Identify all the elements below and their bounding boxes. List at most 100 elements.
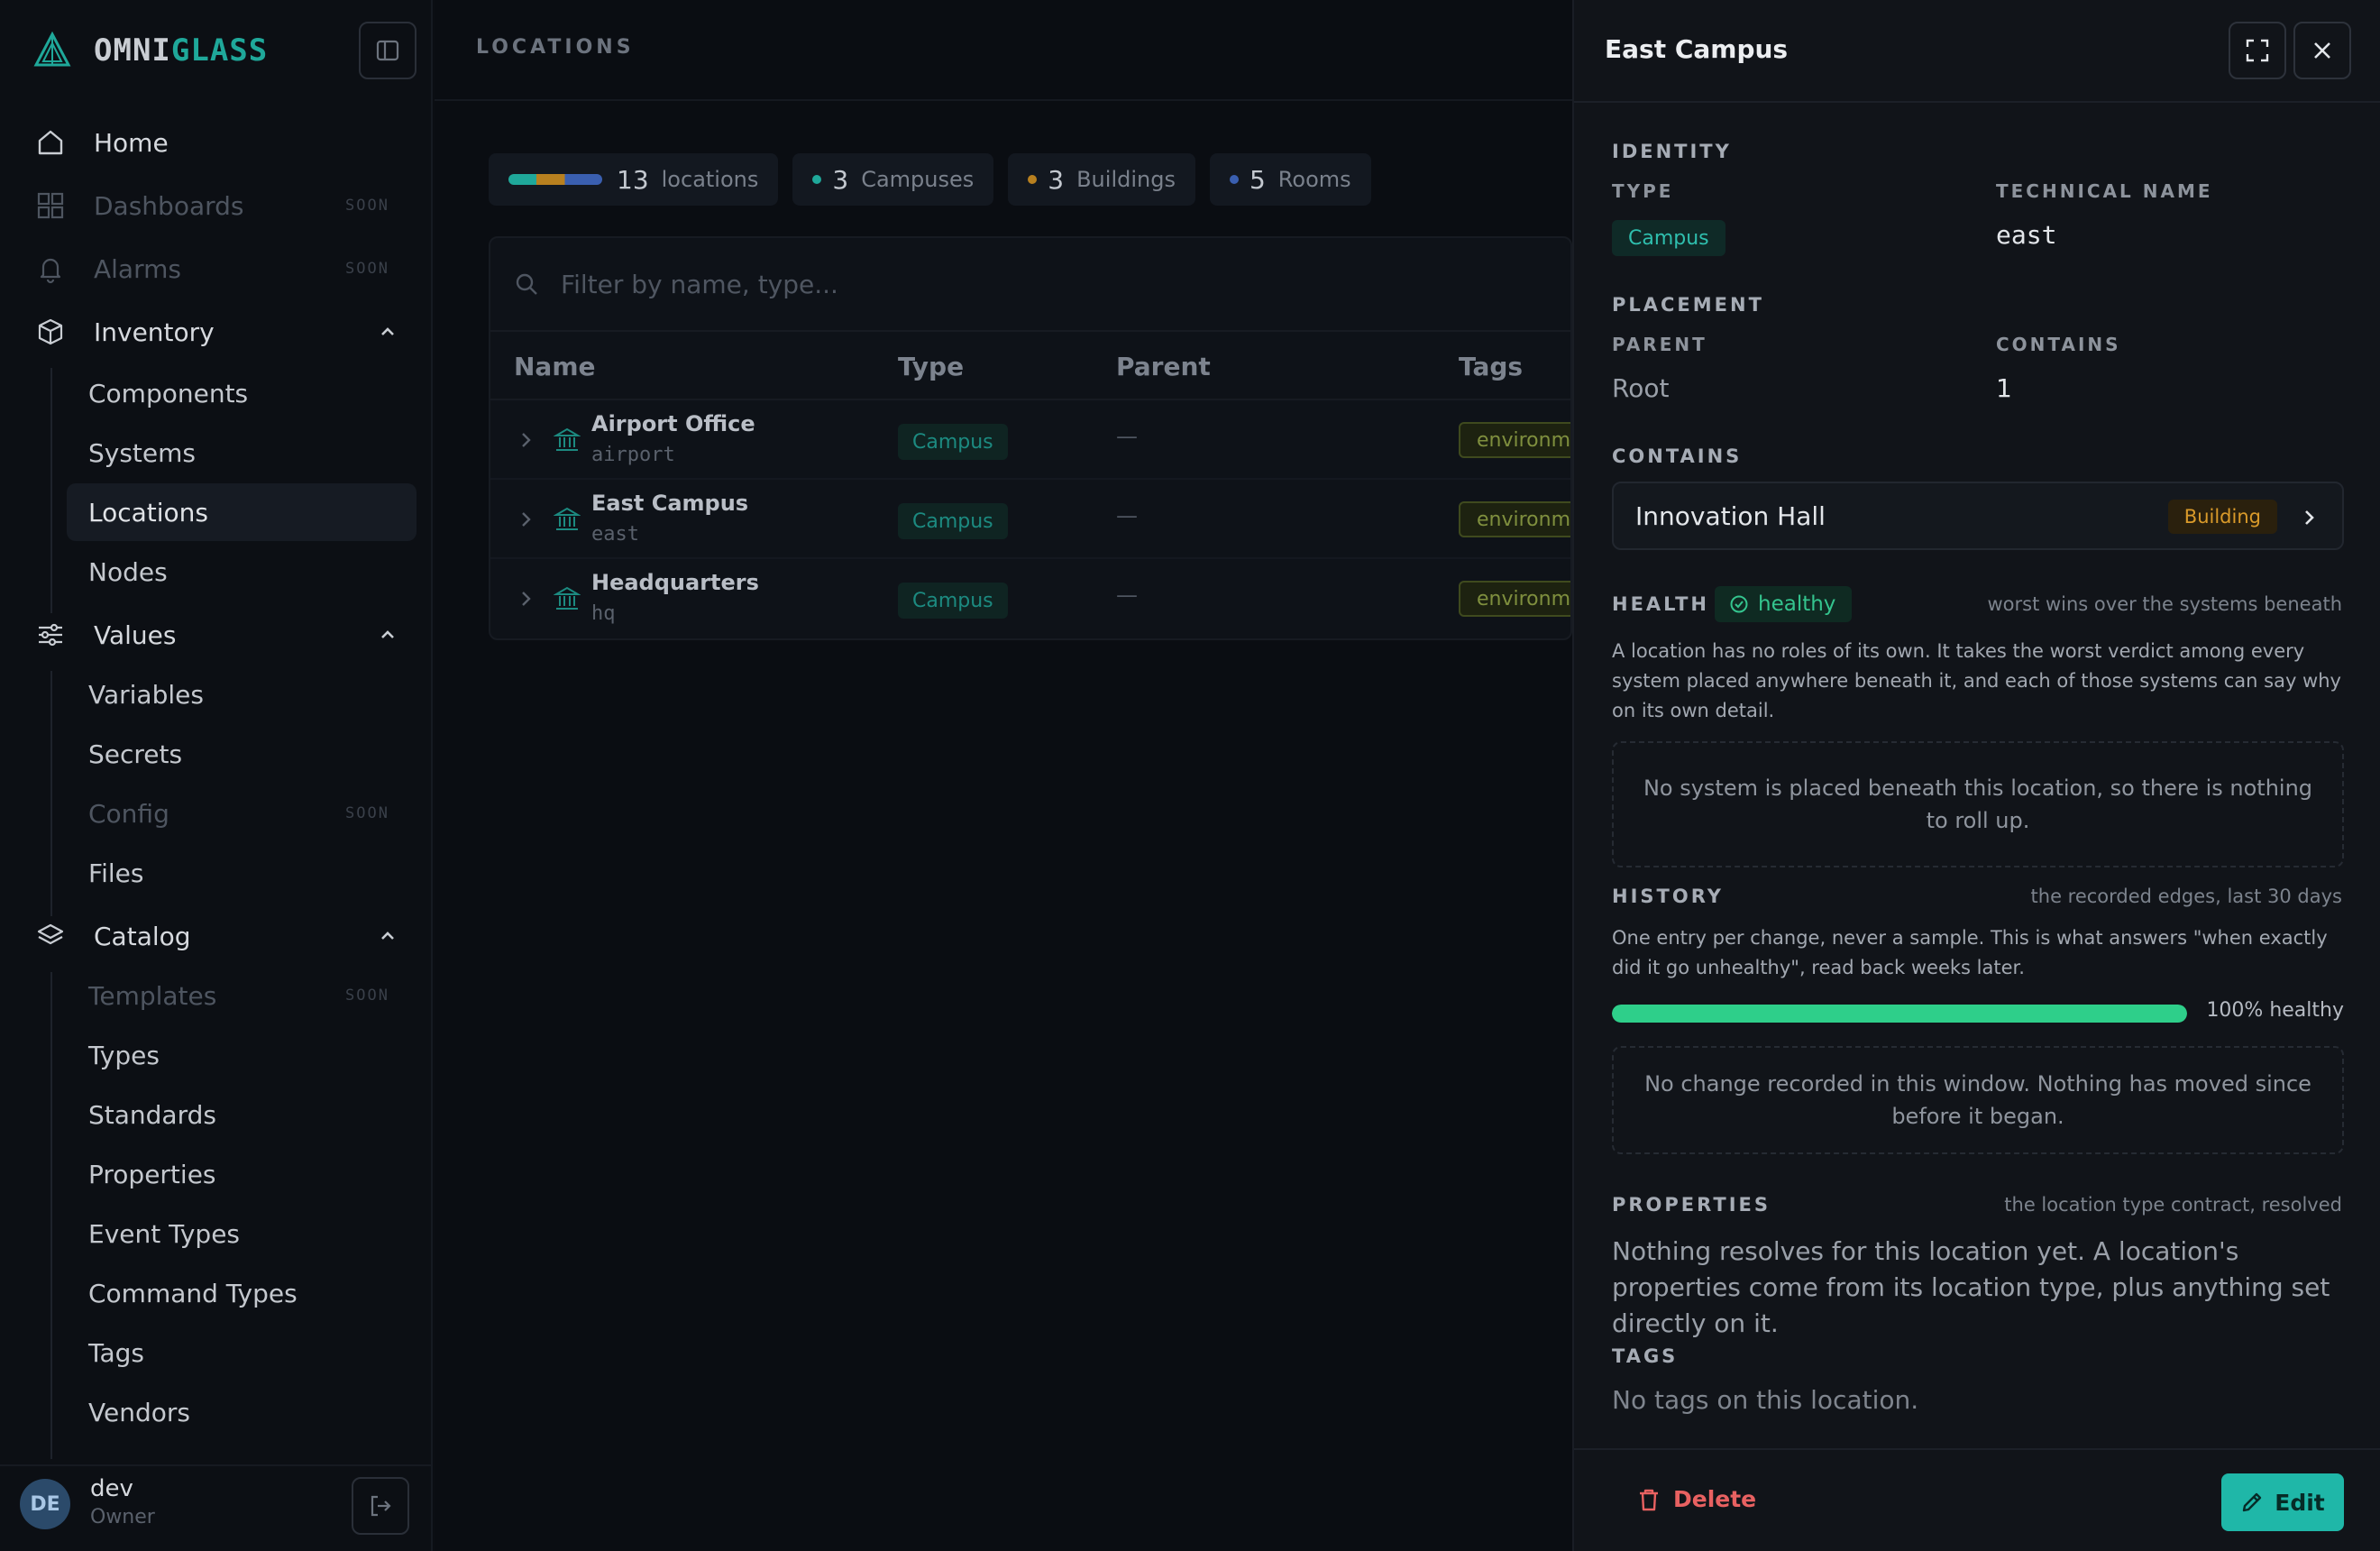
sliders-icon [31,619,70,650]
history-health-bar [1612,1005,2187,1023]
panel-title: East Campus [1605,34,1789,64]
nav-item-home[interactable]: Home [22,114,416,171]
contains-item-innovation-hall[interactable]: Innovation Hall Building [1612,482,2344,550]
health-description: A location has no roles of its own. It t… [1612,640,2341,721]
nav-item-dashboards[interactable]: Dashboards SOON [22,177,416,234]
nav-item-components[interactable]: Components [67,364,416,422]
box-icon [31,317,70,347]
pencil-icon [2243,1492,2262,1512]
expand-button[interactable] [2229,22,2286,79]
tree-line [50,368,52,613]
delete-button[interactable]: Delete [1637,1486,1756,1512]
nav-item-config[interactable]: Config SOON [67,785,416,842]
stat-count: 3 [832,164,849,195]
nav-item-inventory[interactable]: Inventory [22,303,416,361]
chevron-up-icon [381,327,394,335]
row-tag[interactable]: environm [1459,581,1570,617]
user-role: Owner [90,1506,155,1528]
table-row[interactable]: Airport Office airport Campus — environm [490,400,1570,480]
stat-campuses[interactable]: 3 Campuses [792,153,994,206]
parent-value: Root [1612,373,1670,403]
contains-item-type-badge: Building [2167,500,2277,534]
section-identity: IDENTITY [1612,141,1732,162]
collapse-sidebar-button[interactable] [359,22,416,79]
nav-item-values[interactable]: Values [22,606,416,664]
nav-item-types[interactable]: Types [67,1026,416,1084]
stat-total[interactable]: 13 locations [489,153,779,206]
chevron-right-icon[interactable] [517,588,536,610]
chevron-up-icon [381,630,394,638]
filter-input[interactable]: Filter by name, type... [561,270,838,299]
nav-item-secrets[interactable]: Secrets [67,725,416,783]
history-health-bar-fill [1612,1005,2187,1023]
nav-item-tags[interactable]: Tags [67,1324,416,1381]
section-tags: TAGS [1612,1345,1679,1367]
row-technical-name: hq [591,602,616,625]
campus-dot [812,175,822,184]
row-parent: — [1116,424,1138,449]
stat-buildings[interactable]: 3 Buildings [1008,153,1195,206]
chevron-right-icon[interactable] [517,509,536,530]
row-tag[interactable]: environm [1459,501,1570,537]
delete-label: Delete [1673,1486,1757,1512]
layers-icon [31,921,70,951]
column-tags[interactable]: Tags [1459,352,1523,381]
soon-badge: SOON [345,987,389,1005]
avatar[interactable]: DE [20,1479,70,1529]
table-row[interactable]: East Campus east Campus — environm [490,480,1570,559]
nav-item-systems[interactable]: Systems [67,424,416,482]
field-technical-name-label: TECHNICAL NAME [1996,180,2213,202]
filter-bar[interactable]: Filter by name, type... [490,238,1570,332]
panel-header: East Campus [1574,0,2380,103]
sidebar: OMNIGLASS Home Dashboards SOON Alarms SO… [0,0,433,1551]
row-tag[interactable]: environm [1459,422,1570,458]
contains-item-name: Innovation Hall [1635,501,1826,531]
search-icon [516,273,537,295]
history-empty-state: No change recorded in this window. Nothi… [1612,1046,2344,1154]
nav-item-vendors[interactable]: Vendors [67,1383,416,1441]
nav-label: Catalog [94,921,191,951]
field-parent-label: PARENT [1612,334,1707,355]
nav-item-locations[interactable]: Locations [67,483,416,541]
row-type-badge: Campus [898,503,1008,539]
close-icon [2314,42,2330,59]
nav-item-event-types[interactable]: Event Types [67,1205,416,1262]
row-parent: — [1116,583,1138,608]
nav-item-properties[interactable]: Properties [67,1145,416,1203]
column-parent[interactable]: Parent [1116,352,1211,381]
type-badge: Campus [1612,220,1726,256]
row-name: East Campus [591,491,749,516]
trash-icon [1640,1489,1658,1510]
brand[interactable]: OMNIGLASS [32,25,268,76]
nav-item-templates[interactable]: Templates SOON [67,967,416,1024]
close-button[interactable] [2293,22,2351,79]
chevron-right-icon [2305,510,2314,525]
main-content: LOCATIONS 13 locations 3 Campuses 3 Buil… [435,0,1572,1551]
logout-icon [371,1495,391,1517]
nav-item-nodes[interactable]: Nodes [67,543,416,601]
row-name: Airport Office [591,411,755,436]
stat-rooms[interactable]: 5 Rooms [1209,153,1371,206]
properties-note: the location type contract, resolved [2004,1194,2342,1216]
nav-item-files[interactable]: Files [67,844,416,902]
edit-button[interactable]: Edit [2221,1473,2344,1531]
nav-label: Alarms [94,253,181,284]
nav-item-command-types[interactable]: Command Types [67,1264,416,1322]
nav-item-standards[interactable]: Standards [67,1086,416,1143]
main-header: LOCATIONS [435,0,1572,101]
chevron-up-icon [381,932,394,940]
brand-wordmark: OMNIGLASS [94,32,269,69]
chevron-right-icon[interactable] [517,429,536,451]
nav-item-variables[interactable]: Variables [67,665,416,723]
history-note: the recorded edges, last 30 days [2030,886,2342,907]
section-contains: CONTAINS [1612,445,1743,467]
nav-label: Home [94,127,169,158]
column-name[interactable]: Name [514,352,596,381]
nav-item-catalog[interactable]: Catalog [22,907,416,965]
nav-label: Config [88,798,169,829]
table-row[interactable]: Headquarters hq Campus — environm [490,559,1570,638]
column-type[interactable]: Type [898,352,964,381]
logout-button[interactable] [352,1477,409,1535]
nav-item-alarms[interactable]: Alarms SOON [22,240,416,298]
stat-count: 3 [1048,164,1065,195]
